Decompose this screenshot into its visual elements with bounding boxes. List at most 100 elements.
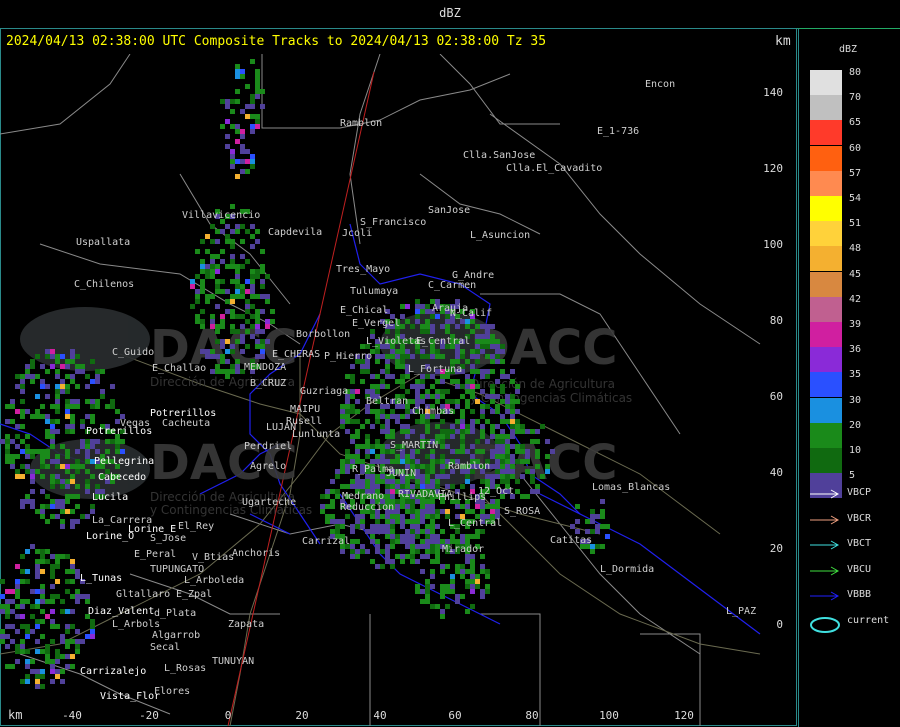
- place-label: Algarrob: [152, 630, 200, 641]
- echo-cell: [365, 529, 370, 534]
- echo-cell: [395, 364, 400, 369]
- echo-cell: [475, 439, 480, 444]
- echo-cell: [435, 349, 440, 354]
- echo-cell: [90, 414, 95, 419]
- echo-cell: [440, 569, 445, 574]
- echo-cell: [470, 394, 475, 399]
- place-label: Ramblon: [448, 461, 490, 472]
- echo-cell: [545, 469, 550, 474]
- echo-cell: [410, 524, 415, 529]
- echo-cell: [90, 439, 95, 444]
- echo-cell: [65, 409, 70, 414]
- echo-cell: [385, 364, 390, 369]
- echo-cell: [210, 264, 215, 269]
- echo-cell: [35, 649, 40, 654]
- echo-cell: [370, 479, 375, 484]
- echo-cell: [40, 379, 45, 384]
- echo-cell: [355, 389, 360, 394]
- echo-cell: [35, 624, 40, 629]
- echo-cell: [385, 419, 390, 424]
- echo-cell: [95, 379, 100, 384]
- echo-cell: [440, 419, 445, 424]
- echo-cell: [75, 449, 80, 454]
- echo-cell: [40, 609, 45, 614]
- echo-cell: [220, 354, 225, 359]
- radar-map[interactable]: DACC DACC DACC DACC Dirección de Agricul…: [0, 54, 797, 726]
- echo-cell: [340, 484, 345, 489]
- echo-cell: [70, 404, 75, 409]
- echo-cell: [510, 369, 515, 374]
- legend-swatch: [810, 271, 842, 297]
- echo-cell: [400, 514, 405, 519]
- place-label: Gltallaro: [116, 589, 170, 600]
- echo-cell: [15, 584, 20, 589]
- echo-cell: [415, 559, 420, 564]
- echo-cell: [40, 619, 45, 624]
- echo-cell: [50, 404, 55, 409]
- echo-cell: [585, 519, 590, 524]
- echo-cell: [425, 549, 430, 554]
- echo-cell: [50, 474, 55, 479]
- echo-cell: [90, 404, 95, 409]
- echo-cell: [385, 554, 390, 559]
- echo-cell: [10, 439, 15, 444]
- echo-cell: [35, 674, 40, 679]
- echo-cell: [250, 124, 255, 129]
- echo-cell: [240, 69, 245, 74]
- echo-cell: [455, 324, 460, 329]
- echo-cell: [485, 574, 490, 579]
- echo-cell: [480, 409, 485, 414]
- echo-cell: [510, 474, 515, 479]
- echo-cell: [500, 389, 505, 394]
- echo-cell: [415, 514, 420, 519]
- echo-cell: [25, 599, 30, 604]
- echo-cell: [430, 584, 435, 589]
- echo-cell: [430, 524, 435, 529]
- echo-cell: [45, 349, 50, 354]
- legend-bin-label: 65: [849, 117, 862, 129]
- echo-cell: [335, 519, 340, 524]
- echo-cell: [495, 459, 500, 464]
- echo-cell: [60, 669, 65, 674]
- legend-track-item: VBCR: [809, 513, 871, 526]
- echo-cell: [255, 314, 260, 319]
- place-label: L_PAZ: [726, 606, 756, 617]
- echo-cell: [420, 569, 425, 574]
- echo-cell: [115, 409, 120, 414]
- legend-swatch: [810, 322, 842, 347]
- echo-cell: [10, 624, 15, 629]
- echo-cell: [80, 594, 85, 599]
- echo-cell: [20, 384, 25, 389]
- echo-cell: [430, 534, 435, 539]
- echo-cell: [500, 384, 505, 389]
- echo-cell: [370, 409, 375, 414]
- echo-cell: [35, 509, 40, 514]
- echo-cell: [65, 404, 70, 409]
- echo-cell: [25, 469, 30, 474]
- echo-cell: [400, 414, 405, 419]
- echo-cell: [250, 114, 255, 119]
- echo-cell: [425, 524, 430, 529]
- echo-cell: [90, 444, 95, 449]
- echo-cell: [0, 594, 5, 599]
- echo-cell: [70, 569, 75, 574]
- echo-cell: [240, 239, 245, 244]
- echo-cell: [65, 364, 70, 369]
- echo-cell: [320, 509, 325, 514]
- echo-cell: [35, 684, 40, 689]
- echo-cell: [425, 584, 430, 589]
- echo-cell: [370, 534, 375, 539]
- echo-cell: [515, 389, 520, 394]
- echo-cell: [340, 519, 345, 524]
- echo-cell: [205, 264, 210, 269]
- echo-cell: [220, 249, 225, 254]
- place-label: Jcoli: [342, 228, 372, 239]
- echo-cell: [335, 494, 340, 499]
- echo-cell: [405, 554, 410, 559]
- echo-cell: [240, 74, 245, 79]
- echo-cell: [355, 454, 360, 459]
- echo-cell: [395, 354, 400, 359]
- echo-cell: [500, 464, 505, 469]
- km-unit-top: km: [775, 34, 791, 49]
- echo-cell: [30, 379, 35, 384]
